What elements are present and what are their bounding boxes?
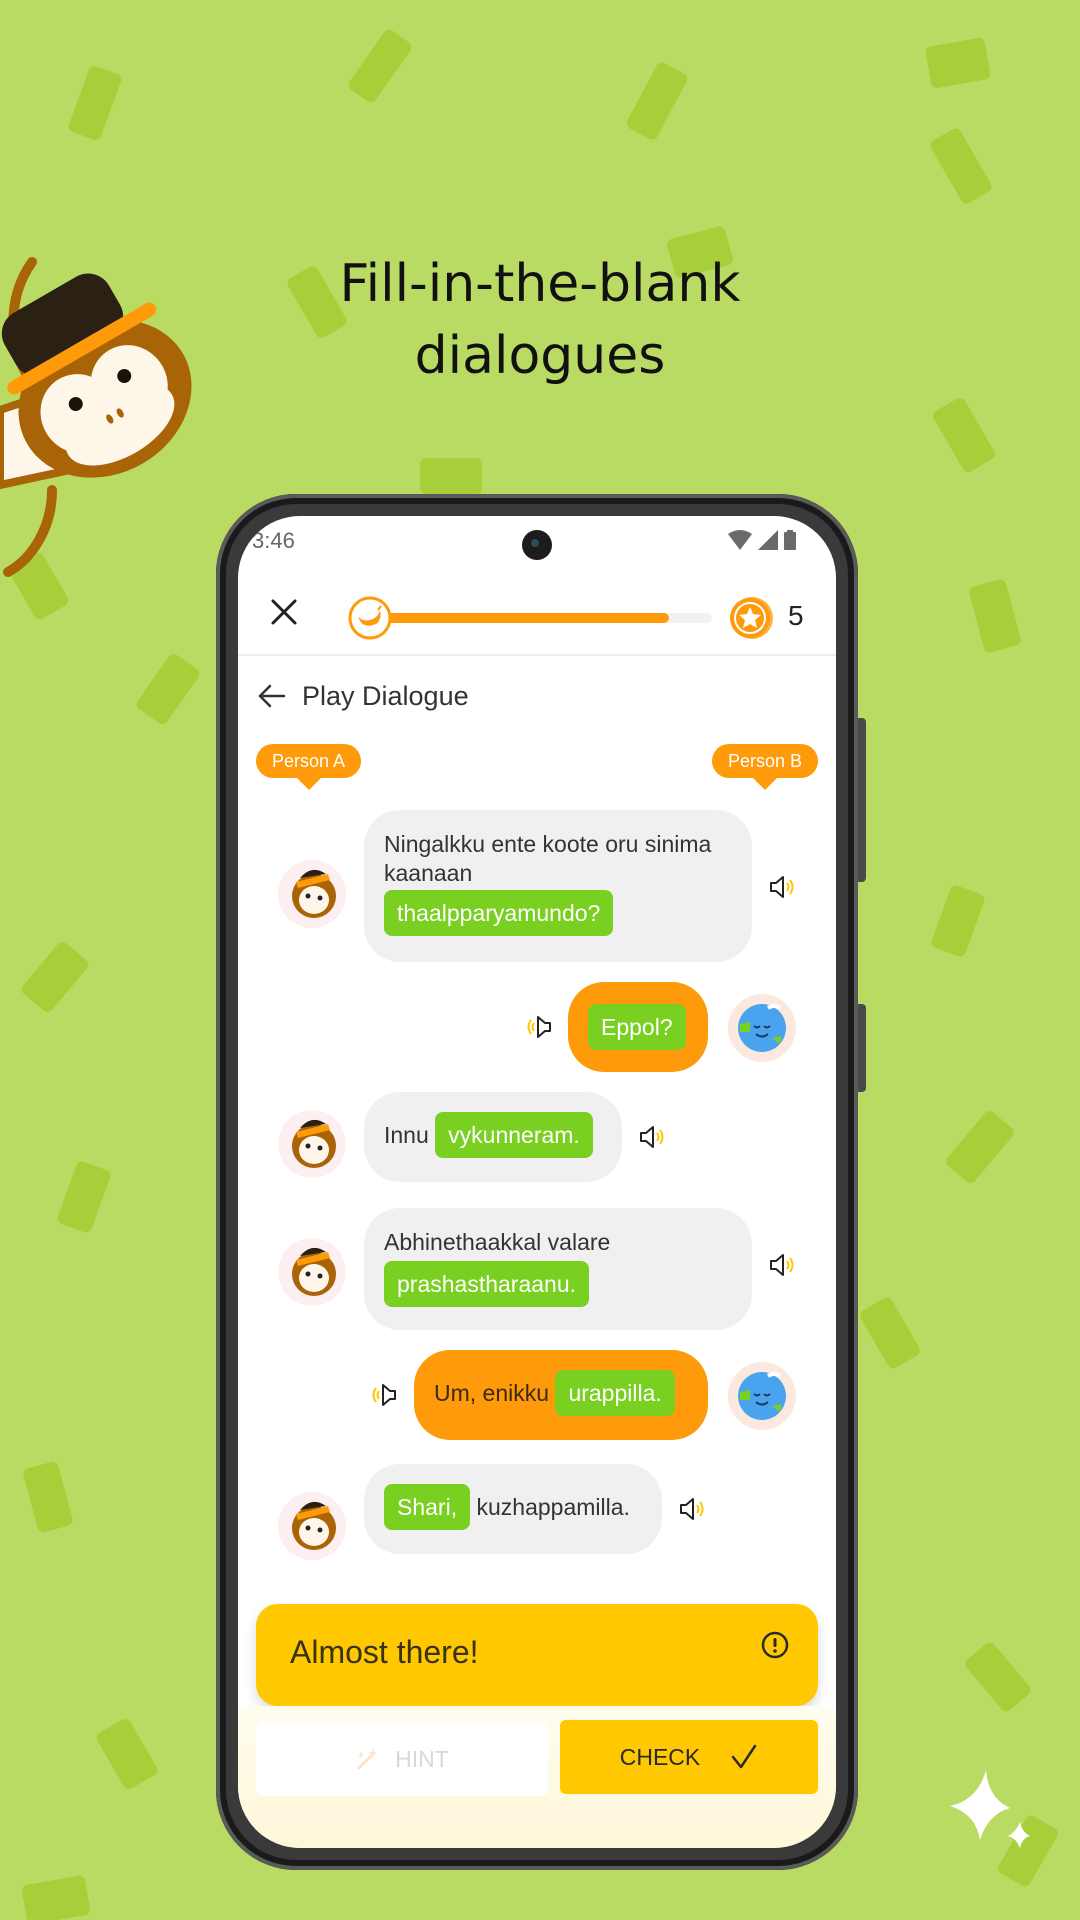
person-b-label: Person B <box>711 744 818 790</box>
dialogue-text: Innu <box>384 1122 429 1148</box>
feedback-message: Almost there! <box>290 1634 479 1670</box>
person-a-avatar <box>278 860 346 928</box>
speaker-icon[interactable] <box>678 1496 708 1522</box>
filled-blank[interactable]: Shari, <box>384 1484 471 1530</box>
filled-blank[interactable]: urappilla. <box>555 1370 675 1416</box>
check-label: CHECK <box>619 1743 701 1770</box>
hint-button[interactable]: HINT <box>256 1722 548 1796</box>
confetti <box>420 458 482 494</box>
confetti <box>857 1295 923 1371</box>
dialogue-text: Um, enikku <box>434 1380 550 1406</box>
speaker-icon[interactable] <box>768 1252 798 1278</box>
filled-blank[interactable]: Eppol? <box>588 1004 686 1050</box>
wifi-icon <box>728 530 752 550</box>
globe-avatar-icon <box>738 1004 786 1052</box>
confetti <box>967 578 1023 654</box>
phone-power-button <box>858 718 866 882</box>
filled-blank[interactable]: prashastharaanu. <box>384 1261 590 1307</box>
status-icons <box>728 530 796 550</box>
progress-fill <box>350 613 669 623</box>
sparkle-icon <box>950 1770 1030 1848</box>
confetti <box>21 1874 91 1920</box>
exercise-title: Play Dialogue <box>302 680 469 711</box>
monkey-avatar-icon <box>292 1501 336 1550</box>
headline-line1: Fill-in-the-blank <box>339 254 741 314</box>
person-a-label: Person A <box>256 744 362 790</box>
phone-screen: 3:46 5 Play Dialogue Person A Person B N… <box>238 516 836 1848</box>
dialogue-bubble: Abhinethaakkal valare prashastharaanu. <box>364 1208 752 1330</box>
dialogue-bubble: Innu vykunneram. <box>364 1092 622 1182</box>
monkey-avatar-icon <box>292 869 336 918</box>
dialogue-bubble: Shari, kuzhappamilla. <box>364 1464 662 1554</box>
monkey-avatar-icon <box>292 1247 336 1296</box>
headline-line2: dialogues <box>414 326 666 386</box>
dialogue-bubble: Ningalkku ente koote oru sinima kaanaan … <box>364 810 752 962</box>
check-button[interactable]: CHECK <box>560 1720 818 1794</box>
status-time: 3:46 <box>252 528 295 553</box>
dialogue-text: kuzhappamilla. <box>476 1494 630 1520</box>
person-b-avatar <box>728 1362 796 1430</box>
back-arrow-icon[interactable] <box>256 680 288 712</box>
confetti <box>930 395 998 475</box>
confetti <box>924 37 992 89</box>
speaker-icon[interactable] <box>768 874 798 900</box>
confetti <box>346 27 414 105</box>
monkey-avatar-icon <box>292 1119 336 1168</box>
filled-blank[interactable]: vykunneram. <box>435 1112 593 1158</box>
confetti <box>67 64 123 142</box>
close-icon[interactable] <box>268 596 300 628</box>
confetti <box>928 126 994 206</box>
confetti <box>962 1640 1034 1714</box>
confetti <box>55 1159 113 1235</box>
dialogue-text: Abhinethaakkal valare <box>384 1229 611 1255</box>
hint-label: HINT <box>395 1745 449 1772</box>
dialogue-bubble: Eppol? <box>568 982 708 1072</box>
person-a-avatar <box>278 1492 346 1560</box>
front-camera <box>522 530 552 560</box>
phone-volume-button <box>858 1004 866 1092</box>
action-bar: HINT CHECK <box>238 1706 836 1848</box>
checkmark-icon <box>732 1744 757 1769</box>
dialogue-bubble: Um, enikku urappilla. <box>414 1350 708 1440</box>
person-a-avatar <box>278 1238 346 1306</box>
dialogue-text: Ningalkku ente koote oru sinima kaanaan <box>384 831 712 886</box>
signal-icon <box>758 530 778 550</box>
speaker-icon[interactable] <box>368 1382 398 1408</box>
person-b-avatar <box>728 994 796 1062</box>
lesson-top-bar: 5 <box>238 568 836 656</box>
headline: Fill-in-the-blank dialogues <box>0 248 1080 392</box>
speaker-icon[interactable] <box>523 1014 553 1040</box>
confetti <box>929 883 987 959</box>
magic-wand-icon <box>357 1748 379 1770</box>
banana-icon <box>348 596 392 640</box>
confetti <box>624 60 690 142</box>
feedback-banner: Almost there! <box>256 1604 818 1706</box>
phone-frame: 3:46 5 Play Dialogue Person A Person B N… <box>216 494 866 1870</box>
lesson-progress-bar <box>350 613 712 623</box>
confetti <box>19 939 91 1015</box>
confetti <box>94 1716 160 1792</box>
speaker-icon[interactable] <box>638 1124 668 1150</box>
confetti <box>134 651 202 727</box>
battery-icon <box>784 530 796 550</box>
confetti <box>22 1460 74 1534</box>
confetti <box>943 1108 1017 1186</box>
exercise-header: Play Dialogue <box>256 676 469 716</box>
alert-icon <box>761 1631 789 1659</box>
coin-count: 5 <box>788 600 804 631</box>
person-a-avatar <box>278 1110 346 1178</box>
globe-avatar-icon <box>738 1372 786 1420</box>
coin-icon <box>730 597 773 639</box>
filled-blank[interactable]: thaalpparyamundo? <box>384 890 614 936</box>
status-bar: 3:46 <box>238 516 836 568</box>
